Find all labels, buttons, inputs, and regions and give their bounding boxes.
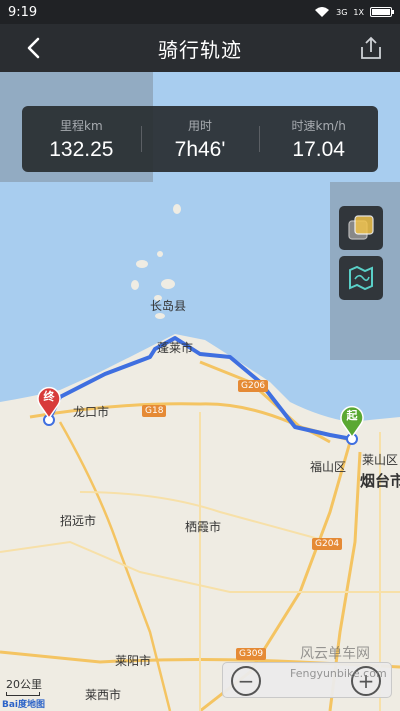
map-view-icon — [349, 265, 373, 291]
road-badge-g309: G309 — [236, 648, 267, 660]
stat-speed: 时速km/h 17.04 — [259, 106, 378, 172]
map-scale-bar — [6, 692, 40, 696]
back-button[interactable] — [22, 36, 46, 60]
label-longkou: 龙口市 — [73, 405, 110, 419]
label-changdao: 长岛县 — [150, 299, 187, 313]
chevron-left-icon — [27, 37, 40, 59]
label-fushan: 福山区 — [310, 460, 347, 474]
label-penglai: 蓬莱市 — [157, 341, 194, 355]
wifi-icon — [315, 7, 330, 17]
watermark-main: 风云单车网 — [300, 646, 370, 662]
status-icons: 3G 1X — [314, 6, 394, 18]
minus-icon: − — [237, 669, 255, 693]
status-time: 9:19 — [8, 4, 38, 20]
share-button[interactable] — [358, 35, 384, 61]
stat-speed-value: 17.04 — [292, 137, 345, 161]
status-bar: 9:19 3G 1X — [0, 0, 400, 24]
layers-button[interactable] — [339, 206, 383, 250]
start-marker-label: 起 — [346, 409, 358, 422]
stat-distance-value: 132.25 — [49, 137, 114, 161]
road-badge-g18: G18 — [142, 405, 167, 417]
start-marker[interactable]: 起 — [339, 404, 365, 439]
stat-distance-label: 里程km — [60, 118, 103, 133]
stat-duration-label: 用时 — [188, 118, 213, 133]
label-laiyang: 莱阳市 — [115, 654, 152, 668]
stat-duration: 用时 7h46' — [140, 106, 260, 172]
page-title: 骑行轨迹 — [158, 37, 242, 62]
title-bar: 骑行轨迹 — [0, 24, 400, 72]
network-label-1x: 1X — [353, 7, 364, 17]
label-laishan: 莱山区 — [362, 453, 399, 467]
layers-icon — [348, 215, 374, 240]
stat-speed-label: 时速km/h — [291, 118, 346, 133]
stat-distance: 里程km 132.25 — [22, 106, 141, 172]
battery-icon — [370, 7, 394, 17]
map-scale-label: 20公里 — [6, 678, 42, 691]
label-zhaoyuan: 招远市 — [60, 514, 97, 528]
baidu-logo: Bai度地图 — [2, 700, 46, 710]
share-icon — [361, 36, 381, 59]
stat-duration-value: 7h46' — [174, 137, 226, 161]
label-laixi: 莱西市 — [85, 688, 122, 702]
network-label-3g: 3G — [336, 7, 348, 17]
road-badge-g204: G204 — [312, 538, 343, 550]
map-view-button[interactable] — [339, 256, 383, 300]
label-qixia: 栖霞市 — [185, 520, 222, 534]
zoom-out-button[interactable]: − — [231, 666, 261, 696]
end-marker-label: 终 — [43, 390, 55, 403]
watermark-url: Fengyunbike.com — [290, 667, 387, 680]
end-marker[interactable]: 终 — [36, 385, 62, 420]
stats-panel: 里程km 132.25 用时 7h46' 时速km/h 17.04 — [22, 106, 378, 172]
label-yantai: 烟台市 — [360, 472, 400, 490]
road-badge-g206: G206 — [238, 380, 269, 392]
